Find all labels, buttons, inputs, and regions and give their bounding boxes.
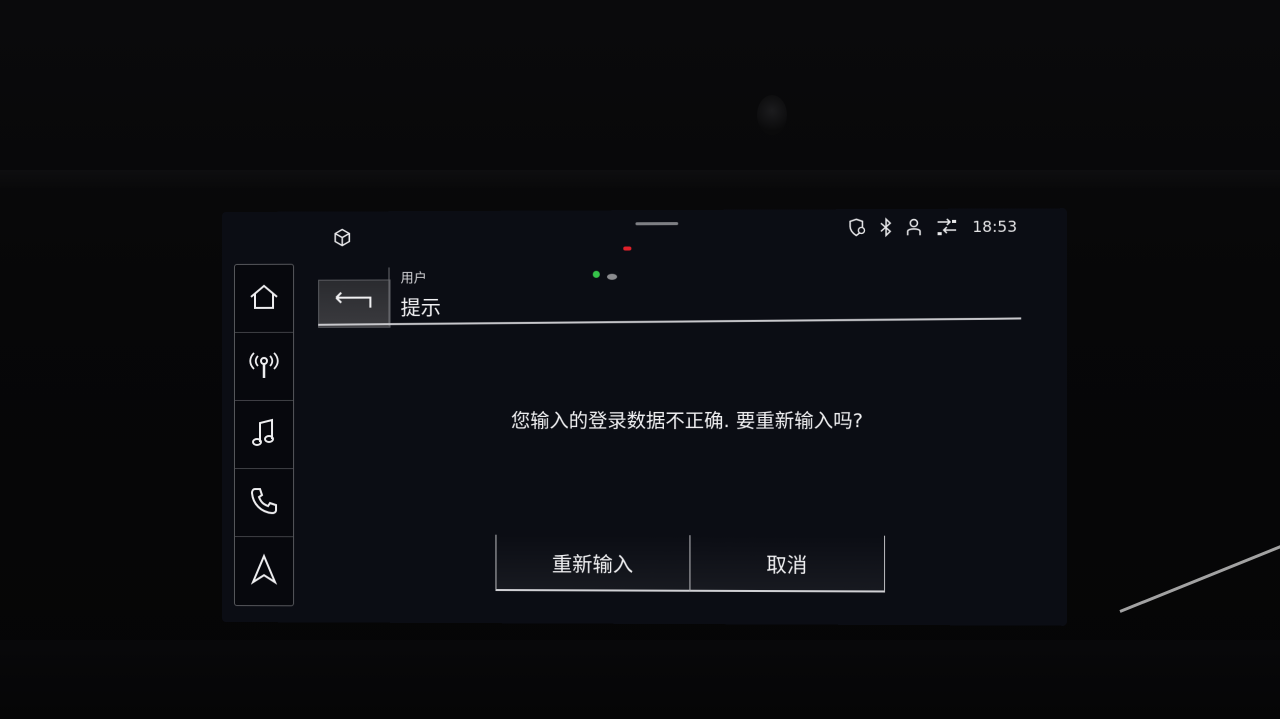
dashboard-trim [0, 170, 1280, 188]
header-subtitle: 用户 [400, 271, 427, 287]
status-bar: 18:53 [222, 208, 1067, 247]
dashboard-bottom [0, 640, 1280, 719]
music-note-icon [250, 416, 278, 452]
navigation-arrow-icon [250, 552, 278, 589]
dialog-buttons: 重新输入 取消 [495, 534, 886, 593]
status-icons: 18:53 [847, 216, 1017, 239]
back-button[interactable] [318, 279, 391, 328]
sidebar-item-home[interactable] [234, 264, 294, 333]
page-title: 提示 [400, 295, 441, 320]
radio-antenna-icon [248, 349, 280, 383]
data-transfer-icon [935, 217, 958, 237]
location-shield-icon [847, 217, 868, 237]
dashboard-knob [757, 95, 787, 135]
infotainment-screen: 18:53 用户 提示 您输入的登录数据不正确. 要重新输入吗? 重新输入 取消 [222, 208, 1067, 626]
dialog-message: 您输入的登录数据不正确. 要重新输入吗? [511, 409, 864, 433]
cube-icon[interactable] [332, 227, 352, 247]
home-icon [248, 282, 280, 314]
sidebar [233, 263, 295, 607]
header-separator [388, 267, 390, 326]
phone-icon [249, 486, 279, 520]
clock: 18:53 [972, 217, 1018, 237]
back-arrow-icon [332, 291, 376, 317]
cancel-button[interactable]: 取消 [688, 535, 886, 593]
status-indicator-gray [606, 273, 618, 280]
sidebar-item-media[interactable] [234, 400, 294, 470]
sidebar-item-navigation[interactable] [235, 537, 293, 604]
sidebar-item-phone[interactable] [234, 469, 294, 538]
bluetooth-icon [878, 217, 894, 237]
pull-down-handle[interactable] [635, 222, 679, 226]
retry-button[interactable]: 重新输入 [495, 534, 689, 592]
status-indicator-green [592, 270, 600, 278]
status-indicator-red [623, 246, 632, 251]
user-profile-icon [904, 217, 925, 237]
sidebar-item-radio[interactable] [234, 332, 294, 401]
